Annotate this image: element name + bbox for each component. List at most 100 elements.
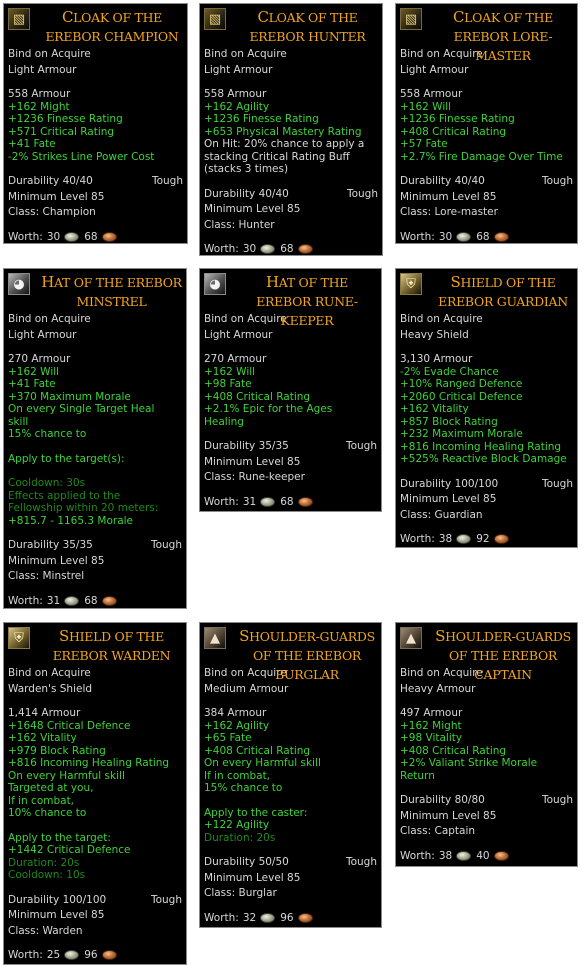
worth-label: Worth: xyxy=(204,911,239,924)
durability-row: Durability 80/80 Tough xyxy=(400,794,573,807)
item-tooltip-cloak-champion: ▧ Cloak of the Erebor Champion Bind on A… xyxy=(3,3,188,244)
effect-line: +162 Will xyxy=(400,100,452,113)
item-tooltip-cloak-lore-master: ▧ Cloak of the Erebor Lore-master Bind o… xyxy=(395,3,578,244)
duration-text: Duration: 20s xyxy=(204,831,276,844)
copper-coin-icon xyxy=(493,534,509,545)
apply-label: Apply to the target(s): xyxy=(8,452,125,465)
item-name: Cloak of the Erebor Hunter xyxy=(249,8,366,44)
class-requirement: Class: Minstrel xyxy=(8,570,85,582)
effect-line: +408 Critical Rating xyxy=(400,744,507,757)
silver-amount: 38 xyxy=(438,849,453,862)
durability: Durability 80/80 xyxy=(400,794,485,806)
silver-coin-icon xyxy=(260,244,276,255)
effect-line: On every Harmful skill xyxy=(8,769,125,782)
item-name: Shoulder-guards of the Erebor Captain xyxy=(435,627,571,682)
item-name: Hat of the Erebor Minstrel xyxy=(41,273,182,309)
cooldown-text: Cooldown: 10s xyxy=(8,869,86,881)
class-requirement: Class: Captain xyxy=(400,825,476,837)
onhit-line: (stacks 3 times) xyxy=(204,163,289,175)
quality: Tough xyxy=(150,539,182,551)
silver-amount: 30 xyxy=(242,243,257,255)
worth-row: Worth: 30 68 xyxy=(400,231,573,244)
effect-line: +65 Fate xyxy=(204,732,252,744)
copper-amount: 96 xyxy=(280,911,294,924)
silver-amount: 30 xyxy=(438,230,453,243)
effect-line: +1648 Critical Defence xyxy=(8,719,131,732)
effect-line: +2% Valiant Strike Morale xyxy=(400,757,538,769)
silver-coin-icon xyxy=(260,496,276,507)
copper-amount: 68 xyxy=(280,243,294,255)
armour-type: Light Armour xyxy=(8,328,77,341)
effect-line: +370 Maximum Morale xyxy=(8,390,131,403)
effect-line: 10% chance to xyxy=(8,807,87,819)
bind-text: Bind on Acquire xyxy=(8,667,91,679)
worth-label: Worth: xyxy=(204,243,239,255)
effect-line: +162 Vitality xyxy=(400,403,469,415)
effect-line: +2060 Critical Defence xyxy=(400,390,523,403)
copper-coin-icon xyxy=(297,912,313,923)
quality: Tough xyxy=(150,893,182,906)
quality: Tough xyxy=(151,175,183,187)
worth-row: Worth: 31 68 xyxy=(204,496,377,509)
class-requirement: Class: Rune-keeper xyxy=(204,471,305,483)
worth-row: Worth: 31 68 xyxy=(8,595,182,608)
effect-line: +408 Critical Rating xyxy=(204,744,311,757)
morale-heal: +815.7 - 1165.3 Morale xyxy=(8,514,134,527)
effect-line: 15% chance to xyxy=(204,782,283,794)
effect-line: +2.1% Epic for the Ages xyxy=(204,403,333,415)
copper-amount: 96 xyxy=(84,949,98,961)
durability-row: Durability 35/35 Tough xyxy=(8,539,182,552)
armour-type: Heavy Shield xyxy=(400,328,469,341)
bind-text: Bind on Acquire xyxy=(8,313,91,325)
effect-line: +525% Reactive Block Damage xyxy=(400,453,567,465)
item-tooltip-cloak-hunter: ▧ Cloak of the Erebor Hunter Bind on Acq… xyxy=(199,3,383,256)
effect-line: +162 Might xyxy=(400,719,462,732)
effect-line: +816 Incoming Healing Rating xyxy=(400,440,562,453)
armour-value: 558 Armour xyxy=(204,88,267,100)
worth-row: Worth: 32 96 xyxy=(204,912,377,925)
worth-label: Worth: xyxy=(8,230,43,243)
class-requirement: Class: Warden xyxy=(8,924,83,937)
copper-coin-icon xyxy=(101,950,117,961)
worth-label: Worth: xyxy=(400,849,435,862)
copper-amount: 68 xyxy=(84,230,98,243)
silver-coin-icon xyxy=(456,534,472,545)
item-name: Cloak of the Erebor Champion xyxy=(45,8,179,44)
armour-value: 270 Armour xyxy=(8,353,71,365)
silver-amount: 38 xyxy=(438,533,453,545)
item-name: Hat of the Erebor Rune-keeper xyxy=(256,273,358,328)
armour-value: 3,130 Armour xyxy=(400,353,473,365)
effect-line: +162 Vitality xyxy=(8,732,77,744)
silver-amount: 31 xyxy=(46,594,61,607)
proc-effect: +122 Agility xyxy=(204,819,270,831)
effect-line: +232 Maximum Morale xyxy=(400,428,523,440)
durability-row: Durability 40/40 Tough xyxy=(204,188,378,201)
effect-line: +653 Physical Mastery Rating xyxy=(204,125,362,138)
effect-line: +571 Critical Rating xyxy=(8,125,115,138)
silver-amount: 25 xyxy=(46,949,61,961)
effect-line: Targeted at you, xyxy=(8,782,94,794)
cooldown-text: Cooldown: 30s xyxy=(8,477,86,489)
min-level: Minimum Level 85 xyxy=(400,493,497,505)
copper-amount: 92 xyxy=(476,533,490,545)
min-level: Minimum Level 85 xyxy=(400,190,497,203)
quality: Tough xyxy=(541,794,573,806)
cloak-icon: ▧ xyxy=(204,8,226,30)
effect-line: +2.7% Fire Damage Over Time xyxy=(400,150,563,163)
bind-text: Bind on Acquire xyxy=(204,48,287,60)
min-level: Minimum Level 85 xyxy=(8,554,105,567)
armour-value: 558 Armour xyxy=(400,88,463,100)
quality: Tough xyxy=(541,175,573,187)
silver-coin-icon xyxy=(64,231,80,242)
item-tooltip-hat-rune-keeper: ◕ Hat of the Erebor Rune-keeper Bind on … xyxy=(199,268,382,512)
durability-row: Durability 100/100 Tough xyxy=(8,894,182,907)
worth-row: Worth: 30 68 xyxy=(204,243,378,255)
effect-line: -2% Evade Chance xyxy=(400,365,499,378)
armour-value: 497 Armour xyxy=(400,707,463,719)
duration-text: Duration: 20s xyxy=(8,856,80,869)
armour-type: Light Armour xyxy=(8,63,77,76)
class-requirement: Class: Lore-master xyxy=(400,206,498,218)
effect-line: +408 Critical Rating xyxy=(400,125,507,138)
copper-coin-icon xyxy=(297,244,313,255)
min-level: Minimum Level 85 xyxy=(400,809,497,822)
